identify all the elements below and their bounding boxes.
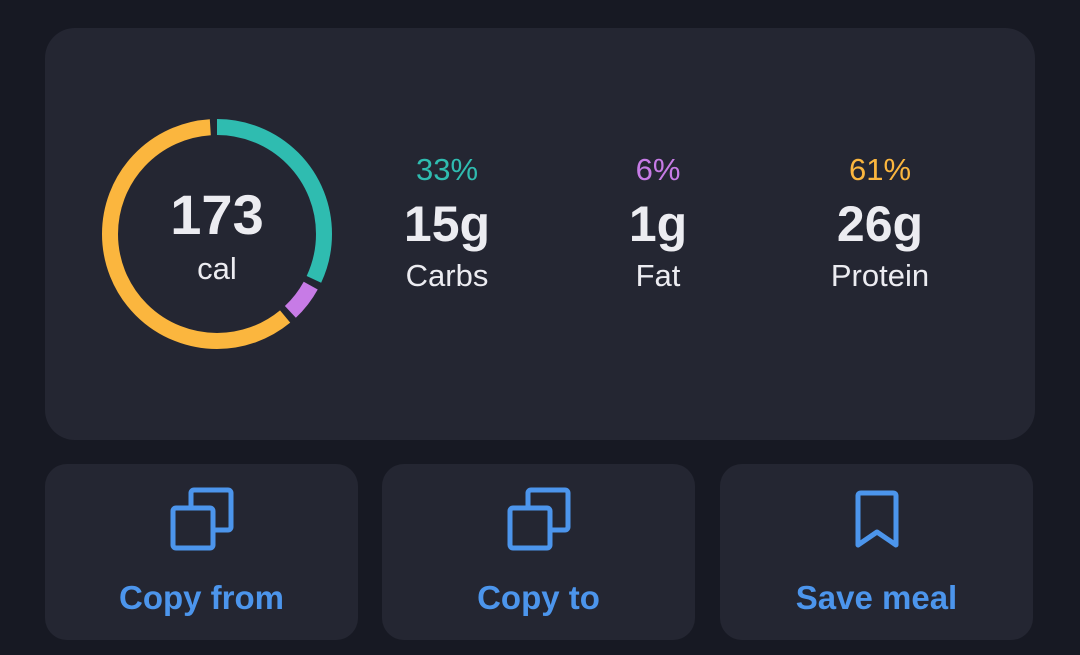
- carbs-grams: 15g: [403, 196, 491, 252]
- copy-icon: [45, 486, 358, 556]
- calorie-ring: 173 cal: [100, 117, 334, 351]
- fat-grams: 1g: [628, 196, 688, 252]
- copy-icon: [382, 486, 695, 556]
- copy-to-label: Copy to: [477, 579, 600, 616]
- copy-from-label: Copy from: [119, 579, 284, 616]
- calorie-value: 173: [170, 183, 264, 246]
- fat-percent: 6%: [635, 152, 681, 187]
- macro-carbs: 33% 15g Carbs: [337, 150, 557, 296]
- fat-label: Fat: [635, 258, 681, 293]
- carbs-percent: 33%: [415, 152, 479, 187]
- calorie-unit: cal: [197, 251, 237, 286]
- calorie-total: 173 cal: [100, 117, 334, 351]
- save-meal-button[interactable]: Save meal: [720, 464, 1033, 640]
- bookmark-icon: [720, 486, 1033, 556]
- protein-percent: 61%: [848, 152, 912, 187]
- macro-protein: 61% 26g Protein: [770, 150, 990, 296]
- macro-fat: 6% 1g Fat: [548, 150, 768, 296]
- protein-label: Protein: [830, 258, 930, 293]
- copy-from-button[interactable]: Copy from: [45, 464, 358, 640]
- save-meal-label: Save meal: [795, 579, 958, 616]
- carbs-label: Carbs: [405, 258, 489, 293]
- protein-grams: 26g: [836, 196, 924, 252]
- copy-to-button[interactable]: Copy to: [382, 464, 695, 640]
